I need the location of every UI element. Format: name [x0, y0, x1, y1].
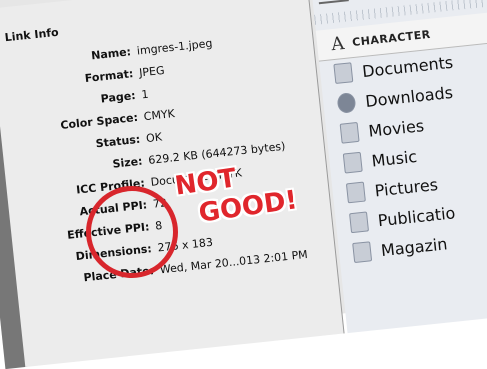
sidebar-list: Documents Downloads Movies Music Picture…	[319, 41, 487, 270]
character-label: CHARACTER	[351, 27, 432, 49]
folder-icon	[345, 181, 366, 204]
info-value: CMYK	[143, 106, 176, 123]
info-value: OK	[145, 129, 163, 145]
info-value: 1	[140, 87, 150, 101]
folder-icon	[352, 241, 373, 264]
sidebar-item-label: Publicatio	[376, 202, 457, 230]
sidebar-item-label: Magazin	[380, 233, 449, 260]
info-value: JPEG	[138, 63, 166, 79]
folder-icon	[339, 121, 360, 144]
sidebar-item-label: Movies	[367, 115, 425, 141]
annotation-circle	[86, 186, 178, 278]
list-view-icon[interactable]	[317, 0, 349, 5]
folder-icon	[342, 151, 363, 174]
panel-header: Link Info	[4, 25, 60, 45]
sidebar-item-label: Music	[370, 146, 418, 171]
folder-icon	[349, 211, 370, 234]
downloads-icon	[336, 92, 357, 114]
character-icon: A	[330, 32, 346, 55]
folder-icon	[333, 62, 354, 85]
sidebar-item-label: Documents	[361, 52, 454, 81]
sidebar-item-label: Pictures	[373, 174, 439, 200]
sidebar-item-label: Downloads	[364, 82, 454, 111]
